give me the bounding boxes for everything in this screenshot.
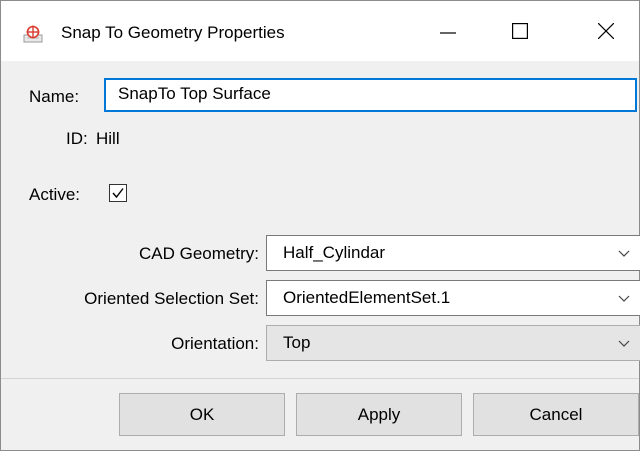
- chevron-down-icon: [618, 340, 630, 347]
- window-title: Snap To Geometry Properties: [61, 23, 285, 42]
- orientation-label: Orientation:: [171, 334, 259, 353]
- minimize-icon: [440, 32, 456, 34]
- close-button[interactable]: [573, 1, 637, 61]
- name-field[interactable]: SnapTo Top Surface: [104, 78, 637, 112]
- button-separator: [1, 378, 639, 379]
- active-label: Active:: [29, 185, 81, 204]
- oriented-set-value: OrientedElementSet.1: [283, 288, 451, 307]
- id-label: ID:: [66, 129, 88, 148]
- dialog-window: Snap To Geometry Properties Name: SnapTo…: [0, 0, 640, 451]
- cancel-button[interactable]: Cancel: [473, 393, 639, 436]
- title-bar[interactable]: Snap To Geometry Properties: [1, 1, 639, 61]
- id-value: Hill: [96, 129, 120, 148]
- close-icon: [598, 23, 614, 39]
- chevron-down-icon: [618, 250, 630, 257]
- name-label: Name:: [29, 87, 80, 106]
- maximize-icon: [512, 23, 528, 39]
- oriented-set-label: Oriented Selection Set:: [84, 289, 259, 308]
- checkmark-icon: [112, 188, 124, 199]
- minimize-button[interactable]: [415, 1, 479, 61]
- ok-button[interactable]: OK: [119, 393, 285, 436]
- snap-geometry-icon: [23, 25, 43, 43]
- cad-geometry-label: CAD Geometry:: [139, 244, 259, 263]
- cad-geometry-dropdown[interactable]: Half_Cylindar: [266, 235, 640, 271]
- maximize-button[interactable]: [487, 1, 551, 61]
- orientation-dropdown[interactable]: Top: [266, 325, 640, 361]
- oriented-set-dropdown[interactable]: OrientedElementSet.1: [266, 280, 640, 316]
- cad-geometry-value: Half_Cylindar: [283, 243, 386, 262]
- apply-button[interactable]: Apply: [296, 393, 462, 436]
- active-checkbox[interactable]: [109, 184, 127, 202]
- orientation-value: Top: [283, 333, 311, 352]
- chevron-down-icon: [618, 295, 630, 302]
